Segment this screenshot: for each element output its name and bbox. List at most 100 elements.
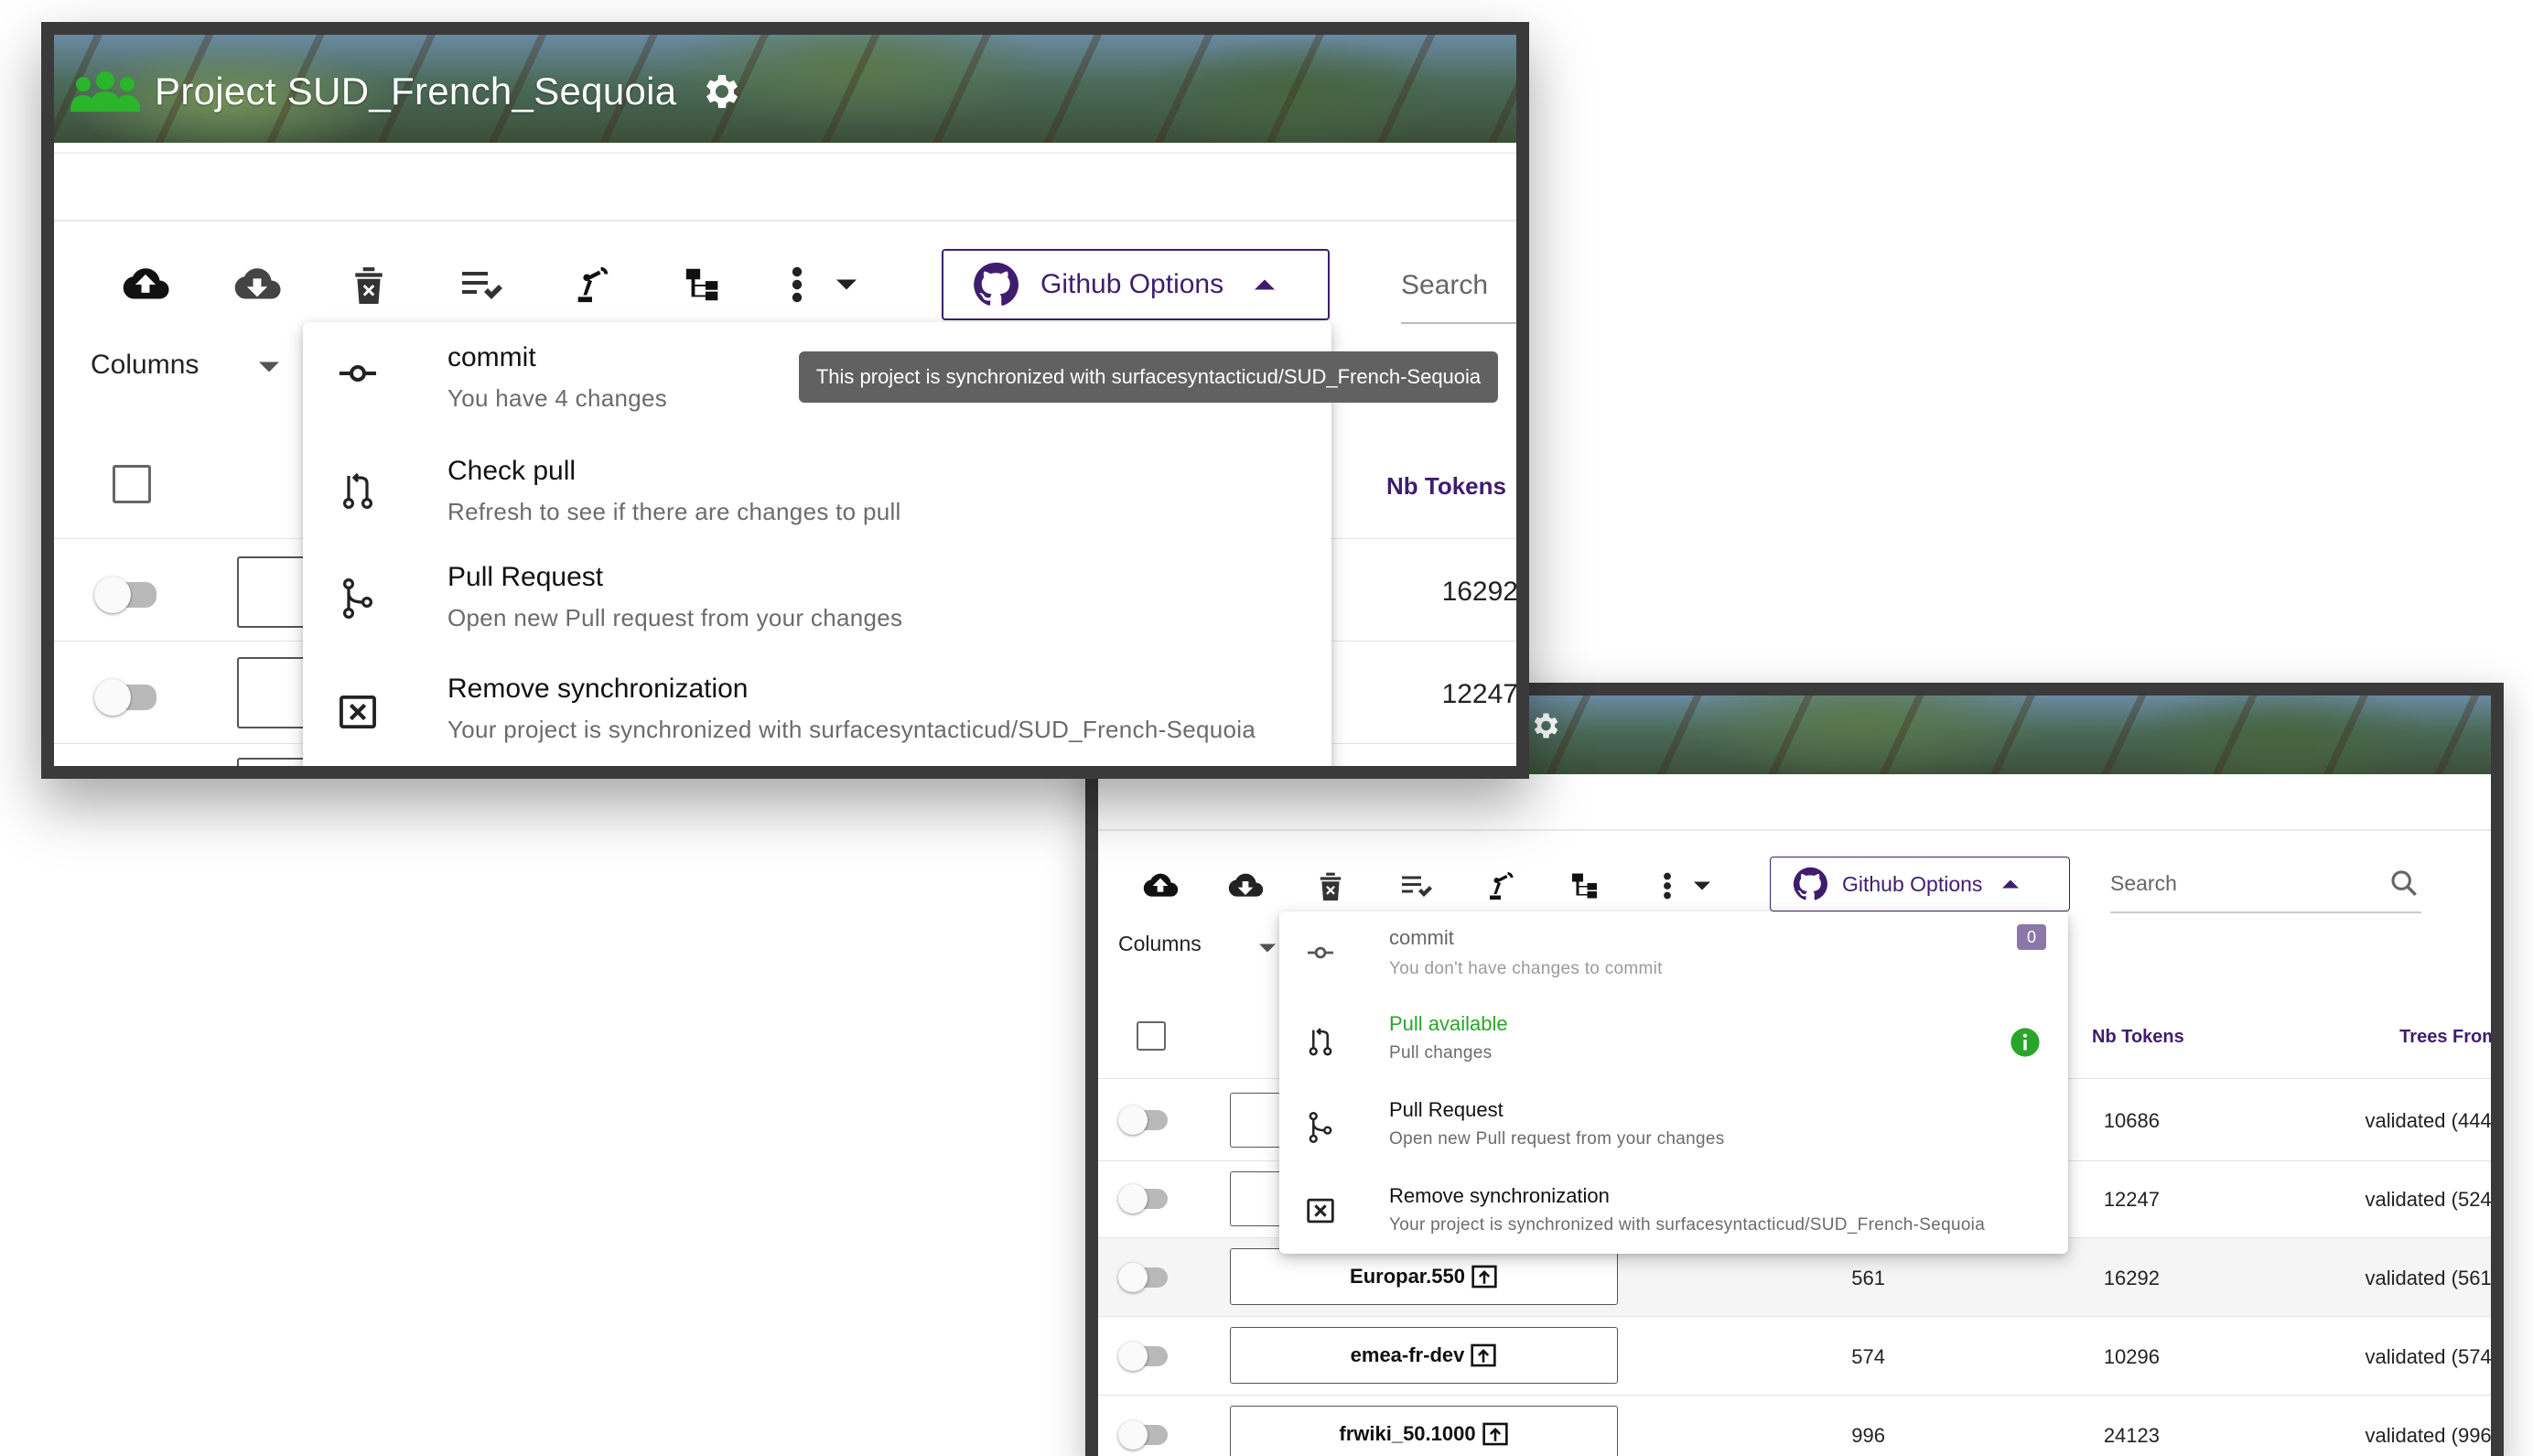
menu-item-pull-request[interactable]: Pull Request Open new Pull request from … <box>1279 1084 2068 1168</box>
sample-name: frwiki_50.1000 <box>1339 1422 1476 1445</box>
screenshot-foreground: Project SUD_French_Sequoia Github Option… <box>41 22 1529 779</box>
pull-request-icon <box>340 577 376 620</box>
playlist-check-icon[interactable] <box>1394 873 1438 899</box>
cloud-download-icon[interactable] <box>1223 872 1267 900</box>
menu-item-title: commit <box>1389 926 1454 949</box>
sample-name-box[interactable] <box>237 556 310 628</box>
menu-item-commit[interactable]: commit You don't have changes to commit <box>1279 911 2068 996</box>
row-divider <box>1098 1395 2491 1396</box>
menu-item-subtitle: Pull changes <box>1389 1043 1493 1062</box>
divider <box>54 152 1516 154</box>
menu-item-title: Check pull <box>447 456 577 486</box>
columns-select[interactable]: Columns <box>1118 932 1202 956</box>
open-in-new-icon <box>1470 1343 1497 1367</box>
menu-item-subtitle: Open new Pull request from your changes <box>447 604 903 631</box>
more-vert-icon[interactable] <box>770 266 825 303</box>
menu-item-subtitle: Refresh to see if there are changes to p… <box>447 498 901 525</box>
select-all-checkbox[interactable] <box>113 465 151 503</box>
header-nb-tokens: Nb Tokens <box>2092 1027 2184 1047</box>
group-icon <box>69 71 142 112</box>
header-nb-tokens: Nb Tokens <box>1386 472 1506 500</box>
columns-caret-icon[interactable] <box>1259 941 1276 957</box>
header-trees-from: Trees From <box>2399 1027 2498 1047</box>
row-divider <box>1098 1316 2491 1317</box>
search-icon[interactable] <box>2388 868 2420 903</box>
menu-item-subtitle: You have 4 changes <box>447 384 668 412</box>
menu-item-pull-available[interactable]: Pull available Pull changes <box>1279 999 2068 1084</box>
menu-item-subtitle: You don't have changes to commit <box>1389 959 1663 978</box>
toolbar <box>109 264 865 306</box>
menu-item-remove-sync[interactable]: Remove synchronization Your project is s… <box>303 657 1331 766</box>
menu-item-subtitle: Your project is synchronized with surfac… <box>1389 1215 1986 1235</box>
git-pull-icon <box>340 469 376 512</box>
sample-name-button[interactable]: emea-fr-dev <box>1230 1327 1618 1384</box>
sample-name-box[interactable] <box>237 657 310 728</box>
row-sentences: 574 <box>1851 1345 1885 1368</box>
info-icon <box>2010 1027 2041 1062</box>
cloud-upload-icon[interactable] <box>1138 872 1182 900</box>
toolbar <box>1138 869 1716 902</box>
search-input[interactable]: Search <box>2110 871 2177 896</box>
caret-up-icon <box>1255 279 1276 290</box>
github-options-button[interactable]: Github Options <box>942 249 1330 320</box>
row-nb-tokens: 10296 <box>2103 1345 2160 1368</box>
row-trees-from: validated (996) <box>2365 1424 2498 1447</box>
page-title: Project SUD_French_Sequoia <box>155 70 677 113</box>
sample-name: emea-fr-dev <box>1350 1343 1465 1366</box>
github-options-menu: 0 commit You don't have changes to commi… <box>1279 911 2068 1254</box>
menu-item-title: Pull Request <box>447 562 604 592</box>
playlist-check-icon[interactable] <box>444 268 517 301</box>
settings-gear-icon[interactable] <box>698 70 742 113</box>
delete-icon[interactable] <box>332 265 405 304</box>
columns-select[interactable]: Columns <box>91 350 199 381</box>
robot-arm-icon[interactable] <box>1479 869 1523 902</box>
divider <box>54 220 1516 221</box>
row-trees-from: validated (524) <box>2365 1188 2498 1211</box>
select-all-checkbox[interactable] <box>1137 1021 1166 1051</box>
sample-name: Europar.550 <box>1350 1265 1465 1288</box>
divider <box>1098 829 2491 831</box>
github-options-button[interactable]: Github Options <box>1770 857 2070 911</box>
banner-content: Project SUD_French_Sequoia <box>69 70 742 113</box>
search-underline <box>2110 911 2421 913</box>
remove-box-icon <box>338 692 378 732</box>
search-input[interactable]: Search <box>1401 270 1488 301</box>
remove-box-icon <box>1305 1195 1336 1226</box>
screenshot-background: oia <box>1085 683 2504 1456</box>
menu-item-subtitle: Open new Pull request from your changes <box>1389 1129 1725 1149</box>
cloud-download-icon[interactable] <box>221 266 294 303</box>
row-sentences: 561 <box>1851 1267 1885 1289</box>
menu-item-subtitle: Your project is synchronized with surfac… <box>447 716 1256 743</box>
settings-gear-icon[interactable] <box>1528 709 1561 742</box>
tree-structure-icon[interactable] <box>667 264 740 306</box>
cloud-upload-icon[interactable] <box>109 266 182 303</box>
git-pull-icon <box>1307 1023 1334 1060</box>
menu-item-title: Remove synchronization <box>1389 1184 1610 1207</box>
commit-icon <box>340 355 376 392</box>
row-nb-tokens: 12247 <box>1441 679 1518 709</box>
menu-item-remove-sync[interactable]: Remove synchronization Your project is s… <box>1279 1170 2068 1254</box>
github-options-label: Github Options <box>1842 871 1983 896</box>
robot-arm-icon[interactable] <box>555 264 629 306</box>
sample-name-button[interactable]: Europar.550 <box>1230 1248 1618 1305</box>
tree-structure-icon[interactable] <box>1564 869 1608 902</box>
commit-icon <box>1307 939 1334 966</box>
caret-down-icon[interactable] <box>1688 881 1716 890</box>
delete-icon[interactable] <box>1309 871 1353 901</box>
sample-name-box[interactable] <box>237 758 310 766</box>
row-trees-from: validated (561) <box>2365 1267 2498 1289</box>
github-icon <box>973 262 1019 307</box>
pull-request-icon <box>1307 1109 1334 1146</box>
menu-item-title: Pull available <box>1389 1012 1508 1035</box>
menu-item-title: Remove synchronization <box>447 674 749 704</box>
project-banner: Project SUD_French_Sequoia <box>54 35 1516 143</box>
menu-item-pull-request[interactable]: Pull Request Open new Pull request from … <box>303 545 1331 655</box>
row-nb-tokens: 16292 <box>1441 577 1518 607</box>
caret-down-icon[interactable] <box>828 279 865 290</box>
more-vert-icon[interactable] <box>1654 872 1681 900</box>
columns-caret-icon[interactable] <box>259 361 279 377</box>
menu-item-check-pull[interactable]: Check pull Refresh to see if there are c… <box>303 436 1331 545</box>
row-trees-from: validated (574) <box>2365 1345 2498 1368</box>
sample-name-button[interactable]: frwiki_50.1000 <box>1230 1406 1618 1456</box>
open-in-new-icon <box>1482 1422 1509 1446</box>
